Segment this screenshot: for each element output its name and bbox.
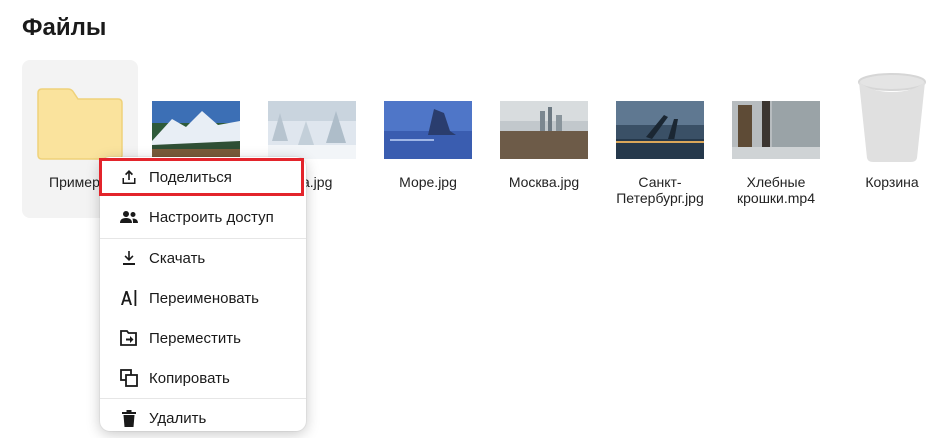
menu-item-access[interactable]: Настроить доступ: [100, 197, 306, 237]
spb-thumbnail: [616, 101, 704, 159]
file-tile-sea[interactable]: Море.jpg: [370, 60, 486, 218]
file-name: Корзина: [865, 174, 919, 190]
moscow-thumbnail: [500, 101, 588, 159]
people-icon: [120, 208, 138, 226]
file-tile-spb[interactable]: Санкт-Петербург.jpg: [602, 60, 718, 218]
folder-icon: [37, 88, 123, 160]
delete-icon: [120, 409, 138, 427]
share-icon: [120, 168, 138, 186]
file-tile-video[interactable]: Хлебные крошки.mp4: [718, 60, 834, 218]
file-name: Хлебные крошки.mp4: [737, 174, 815, 206]
snow-thumbnail: [268, 101, 356, 159]
menu-item-rename[interactable]: Переименовать: [100, 278, 306, 318]
menu-item-label: Переименовать: [149, 289, 259, 307]
menu-item-copy[interactable]: Копировать: [100, 358, 306, 398]
context-menu: Поделиться Настроить доступ Скачать Пере…: [100, 157, 306, 431]
mountains-thumbnail: [152, 101, 240, 159]
page-title: Файлы: [22, 14, 107, 41]
menu-item-label: Поделиться: [149, 168, 232, 186]
menu-item-delete[interactable]: Удалить: [100, 398, 306, 438]
trash-icon: [858, 73, 926, 162]
menu-item-share[interactable]: Поделиться: [100, 157, 306, 197]
menu-item-label: Скачать: [149, 249, 206, 267]
file-tile-trash[interactable]: Корзина: [834, 60, 936, 218]
sea-thumbnail: [384, 101, 472, 159]
file-tile-moscow[interactable]: Москва.jpg: [486, 60, 602, 218]
video-thumbnail: [732, 101, 820, 159]
copy-icon: [120, 369, 138, 387]
menu-item-move[interactable]: Переместить: [100, 318, 306, 358]
file-name: Санкт-Петербург.jpg: [616, 174, 704, 206]
move-icon: [120, 329, 138, 347]
file-name: Москва.jpg: [508, 174, 580, 190]
rename-icon: [120, 289, 138, 307]
menu-item-label: Копировать: [149, 369, 230, 387]
menu-item-download[interactable]: Скачать: [100, 238, 306, 278]
file-name: Море.jpg: [399, 174, 457, 190]
menu-item-label: Удалить: [149, 409, 207, 427]
menu-item-label: Переместить: [149, 329, 241, 347]
download-icon: [120, 249, 138, 267]
file-name: a.jpg: [302, 174, 333, 190]
menu-item-label: Настроить доступ: [149, 208, 274, 226]
